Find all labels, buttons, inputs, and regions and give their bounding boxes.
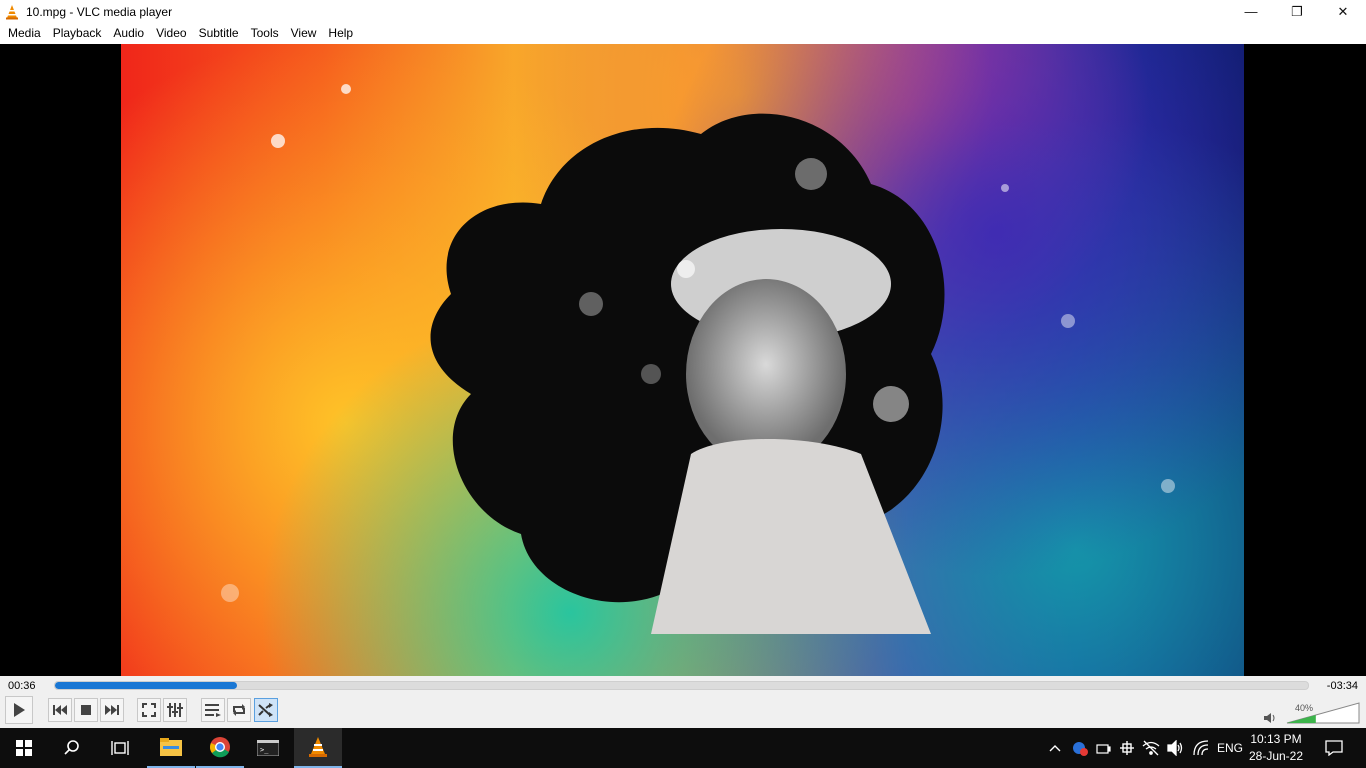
- play-icon: [14, 703, 25, 717]
- loop-icon: [233, 704, 245, 716]
- window-title: 10.mpg - VLC media player: [26, 4, 173, 19]
- title-bar: 10.mpg - VLC media player — ❐ ✕: [0, 0, 1366, 23]
- search-button[interactable]: [48, 728, 96, 768]
- menu-media[interactable]: Media: [2, 23, 47, 44]
- menu-view[interactable]: View: [285, 23, 323, 44]
- speaker-icon[interactable]: [1264, 712, 1276, 724]
- menu-video[interactable]: Video: [150, 23, 192, 44]
- seek-progress: [55, 682, 237, 689]
- video-frame: [121, 44, 1244, 676]
- menu-help[interactable]: Help: [322, 23, 359, 44]
- playlist-icon: [205, 704, 221, 717]
- chrome-icon: [210, 737, 230, 758]
- battery-icon: [1096, 744, 1111, 754]
- taskbar-terminal[interactable]: >_: [244, 728, 292, 768]
- shuffle-icon: [258, 703, 273, 717]
- stop-button[interactable]: [74, 698, 98, 722]
- menu-subtitle[interactable]: Subtitle: [193, 23, 245, 44]
- start-icon: [16, 740, 32, 756]
- bokeh-light: [341, 84, 351, 94]
- video-area[interactable]: [0, 44, 1366, 676]
- fullscreen-icon: [142, 703, 156, 717]
- playlist-button[interactable]: [201, 698, 225, 722]
- bokeh-light: [1001, 184, 1009, 192]
- menu-audio[interactable]: Audio: [107, 23, 150, 44]
- svg-text:>_: >_: [260, 746, 269, 754]
- next-button[interactable]: [100, 698, 124, 722]
- loop-button[interactable]: [227, 698, 251, 722]
- chevron-up-icon: [1049, 745, 1061, 752]
- terminal-icon: >_: [257, 740, 279, 756]
- time-remaining[interactable]: -03:34: [1327, 680, 1358, 692]
- minimize-icon: —: [1244, 4, 1258, 19]
- portrait-splash-image: [430, 113, 945, 634]
- clock-date: 28-Jun-22: [1248, 749, 1304, 763]
- close-button[interactable]: ✕: [1320, 0, 1366, 23]
- tray-network-adapter[interactable]: [1117, 728, 1137, 768]
- network-adapter-icon: [1120, 741, 1134, 755]
- bokeh-light: [1061, 314, 1075, 328]
- time-elapsed[interactable]: 00:36: [8, 680, 36, 692]
- taskbar-file-explorer[interactable]: [147, 728, 195, 768]
- random-button[interactable]: [254, 698, 278, 722]
- menu-playback[interactable]: Playback: [47, 23, 108, 44]
- taskbar-vlc[interactable]: [294, 728, 342, 768]
- volume-level: [1287, 715, 1316, 723]
- menu-bar: Media Playback Audio Video Subtitle Tool…: [0, 23, 1366, 44]
- action-center-button[interactable]: [1318, 728, 1350, 768]
- bokeh-light: [1161, 479, 1175, 493]
- tray-battery[interactable]: [1094, 728, 1114, 768]
- language-label: ENG: [1216, 741, 1243, 755]
- skip-next-icon: [105, 705, 119, 715]
- taskbar-chrome[interactable]: [196, 728, 244, 768]
- tray-volume[interactable]: [1165, 728, 1187, 768]
- show-hidden-icons[interactable]: [1046, 728, 1064, 768]
- play-button[interactable]: [5, 696, 33, 724]
- language-indicator[interactable]: ENG: [1214, 728, 1246, 768]
- tray-wifi-off[interactable]: [1140, 728, 1162, 768]
- clock-time: 10:13 PM: [1250, 732, 1302, 746]
- close-icon: ✕: [1337, 3, 1349, 19]
- tray-network[interactable]: [1190, 728, 1212, 768]
- fullscreen-button[interactable]: [137, 698, 161, 722]
- clock[interactable]: 10:13 PM 28-Jun-22: [1248, 731, 1304, 765]
- seek-slider[interactable]: [54, 681, 1309, 690]
- maximize-button[interactable]: ❐: [1274, 0, 1320, 23]
- task-view-button[interactable]: [96, 728, 144, 768]
- previous-button[interactable]: [48, 698, 72, 722]
- tray-app[interactable]: [1070, 728, 1090, 768]
- bokeh-light: [271, 134, 285, 148]
- start-button[interactable]: [0, 728, 48, 768]
- search-icon: [64, 740, 79, 755]
- minimize-button[interactable]: —: [1228, 0, 1274, 23]
- task-view-icon: [111, 741, 129, 755]
- volume-percent: 40%: [1295, 703, 1314, 713]
- playback-controls: 00:36 -03:34 40%: [0, 676, 1366, 728]
- notification-icon: [1325, 740, 1343, 756]
- vlc-cone-icon: [6, 4, 18, 19]
- equalizer-icon: [167, 703, 183, 717]
- windows-taskbar: >_ ENG 10:13 PM 28-Jun-22: [0, 728, 1366, 768]
- wifi-off-icon: [1142, 740, 1160, 756]
- bokeh-light: [221, 584, 239, 602]
- menu-tools[interactable]: Tools: [245, 23, 285, 44]
- antivirus-icon: [1073, 742, 1088, 756]
- volume-icon: [1167, 740, 1183, 756]
- file-explorer-icon: [160, 738, 182, 756]
- stop-icon: [81, 705, 91, 715]
- restore-icon: ❐: [1291, 3, 1303, 19]
- network-icon: [1193, 740, 1209, 756]
- vlc-icon: [309, 737, 327, 757]
- extended-settings-button[interactable]: [163, 698, 187, 722]
- skip-previous-icon: [53, 705, 67, 715]
